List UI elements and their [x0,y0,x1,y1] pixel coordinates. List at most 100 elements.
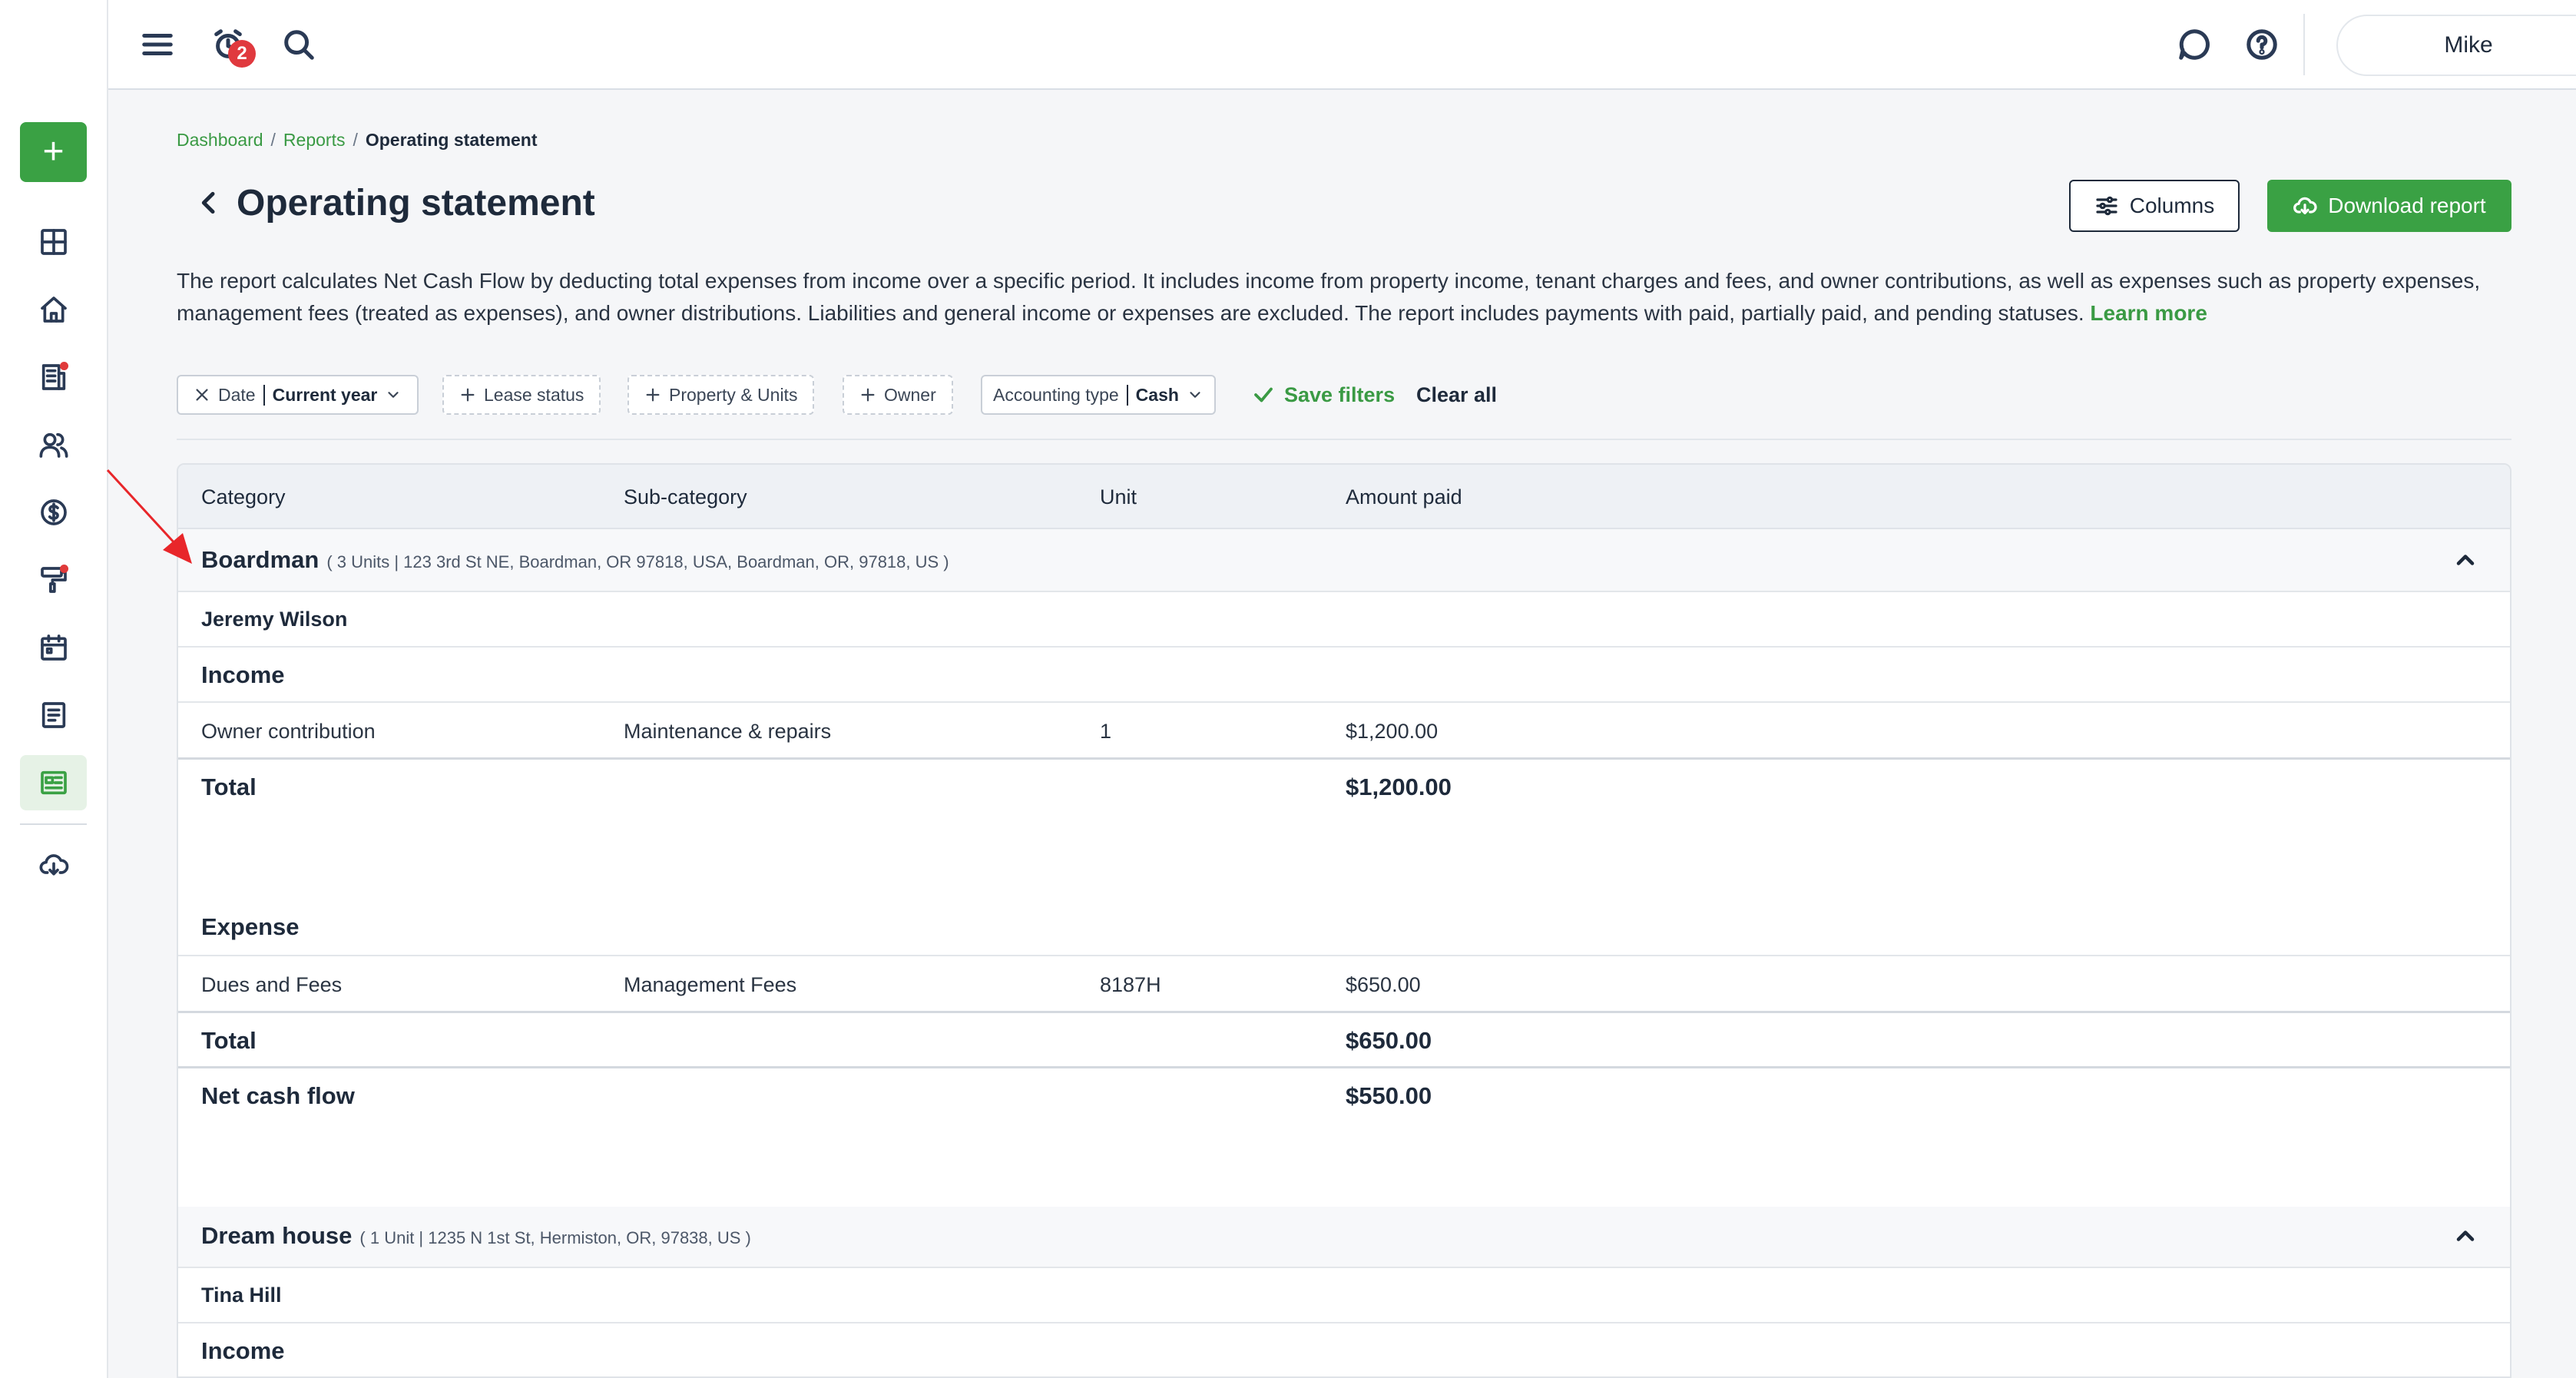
home-icon [40,296,67,323]
row-amount: $650.00 [1346,973,1421,996]
total-row: Total $1,200.00 [178,760,2510,899]
columns-button[interactable]: Columns [2069,180,2240,232]
total-amount: $650.00 [1346,1027,1432,1054]
breadcrumb-separator: / [353,130,358,150]
user-menu-button[interactable]: Mike [2336,15,2576,76]
row-category: Dues and Fees [201,973,343,996]
row-amount: $1,200.00 [1346,720,1439,743]
total-label: Total [201,1027,257,1054]
download-report-button[interactable]: Download report [2267,180,2511,232]
lease-status-filter[interactable]: Lease status [442,375,601,415]
property-group-row[interactable]: Boardman ( 3 Units | 123 3rd St NE, Board… [178,529,2510,592]
section-header-row: Expense [178,899,2510,956]
filter-bar: Date Current year Lease status Property … [177,375,2511,415]
menu-button[interactable] [136,22,179,68]
date-filter-label: Date [218,384,256,405]
annotation-arrow [106,469,192,564]
breadcrumb-current: Operating statement [365,130,538,150]
back-button[interactable] [194,187,224,218]
sidebar-item-dashboard[interactable] [20,214,87,270]
sidebar-item-leasing[interactable] [20,349,87,405]
row-subcategory: Management Fees [624,973,797,996]
expense-heading: Expense [201,913,300,940]
lease-status-label: Lease status [484,384,584,405]
report-icon [40,770,67,795]
row-subcategory: Maintenance & repairs [624,720,832,743]
section-header-row: Income [178,648,2510,703]
property-title: Dream house ( 1 Unit | 1235 N 1st St, Her… [201,1222,751,1250]
sidebar-item-documents[interactable] [20,687,87,743]
column-header-amount: Amount paid [1346,485,1462,508]
date-filter-value: Current year [263,384,377,406]
sidebar-item-accounting[interactable] [20,485,87,540]
property-title: Boardman ( 3 Units | 123 3rd St NE, Board… [201,546,949,574]
date-filter[interactable]: Date Current year [177,375,419,415]
accounting-type-filter[interactable]: Accounting type Cash [981,375,1216,415]
sidebar-item-maintenance[interactable] [20,552,87,608]
sidebar-item-properties[interactable] [20,282,87,337]
sidebar-item-people[interactable] [20,417,87,472]
notifications-button[interactable]: 2 [207,22,256,68]
clear-all-button[interactable]: Clear all [1416,375,1497,415]
top-bar: 2 Mike [108,0,2576,90]
collapse-button[interactable] [2452,546,2479,574]
breadcrumb-reports[interactable]: Reports [283,130,346,150]
menu-icon [142,34,173,55]
calendar-icon [40,634,67,661]
dollar-icon [40,499,67,525]
section-header-row: Income [178,1323,2510,1376]
sliders-icon [2096,196,2117,216]
column-header-subcategory: Sub-category [624,485,747,508]
document-icon [41,702,65,728]
close-icon[interactable] [194,386,210,403]
sidebar-item-reports[interactable] [20,755,87,810]
chevron-down-icon [388,392,399,398]
search-button[interactable] [277,22,320,68]
notification-dot [60,362,68,370]
page-title: Operating statement [237,183,595,224]
plus-icon: + [42,131,65,172]
search-icon [284,30,314,60]
table-row: Dues and Fees Management Fees 8187H $650… [178,956,2510,1013]
breadcrumb-separator: / [270,130,276,150]
accounting-type-value: Cash [1126,384,1179,406]
owner-row: Tina Hill [178,1268,2510,1323]
chevron-up-icon [2456,555,2475,565]
notification-badge: 2 [228,40,256,68]
add-new-button[interactable]: + [20,122,87,182]
check-icon [1254,387,1273,402]
chat-icon [2179,29,2210,60]
collapse-button[interactable] [2452,1222,2479,1250]
property-group-row[interactable]: Dream house ( 1 Unit | 1235 N 1st St, Her… [178,1207,2510,1268]
breadcrumb-dashboard[interactable]: Dashboard [177,130,263,150]
chevron-left-icon [201,191,215,214]
total-label: Total [201,773,257,800]
income-heading: Income [201,661,285,688]
row-unit: 8187H [1100,973,1161,996]
owner-row: Jeremy Wilson [178,592,2510,648]
owner-filter[interactable]: Owner [843,375,953,415]
property-name: Dream house [201,1222,353,1249]
breadcrumb: Dashboard / Reports / Operating statement [177,130,538,151]
property-units-label: Property & Units [669,384,798,405]
save-filters-button[interactable]: Save filters [1252,375,1395,415]
learn-more-link[interactable]: Learn more [2090,301,2207,325]
net-cash-flow-row: Net cash flow $550.00 [178,1068,2510,1207]
user-name: Mike [2444,32,2493,58]
sidebar-item-calendar[interactable] [20,620,87,675]
save-filters-label: Save filters [1284,383,1396,406]
column-header-unit: Unit [1100,485,1137,508]
chevron-up-icon [2456,1231,2475,1241]
accounting-type-label: Accounting type [993,384,1119,405]
dashboard-icon [40,229,67,255]
property-address: ( 1 Unit | 1235 N 1st St, Hermiston, OR,… [359,1228,751,1247]
people-icon [39,432,68,458]
row-category: Owner contribution [201,720,376,743]
notification-dot [60,565,68,573]
messages-button[interactable] [2173,22,2216,68]
income-heading: Income [201,1337,285,1364]
property-units-filter[interactable]: Property & Units [627,375,815,415]
sidebar-item-downloads[interactable] [20,837,87,893]
help-button[interactable] [2240,22,2283,68]
plus-icon [461,388,475,402]
